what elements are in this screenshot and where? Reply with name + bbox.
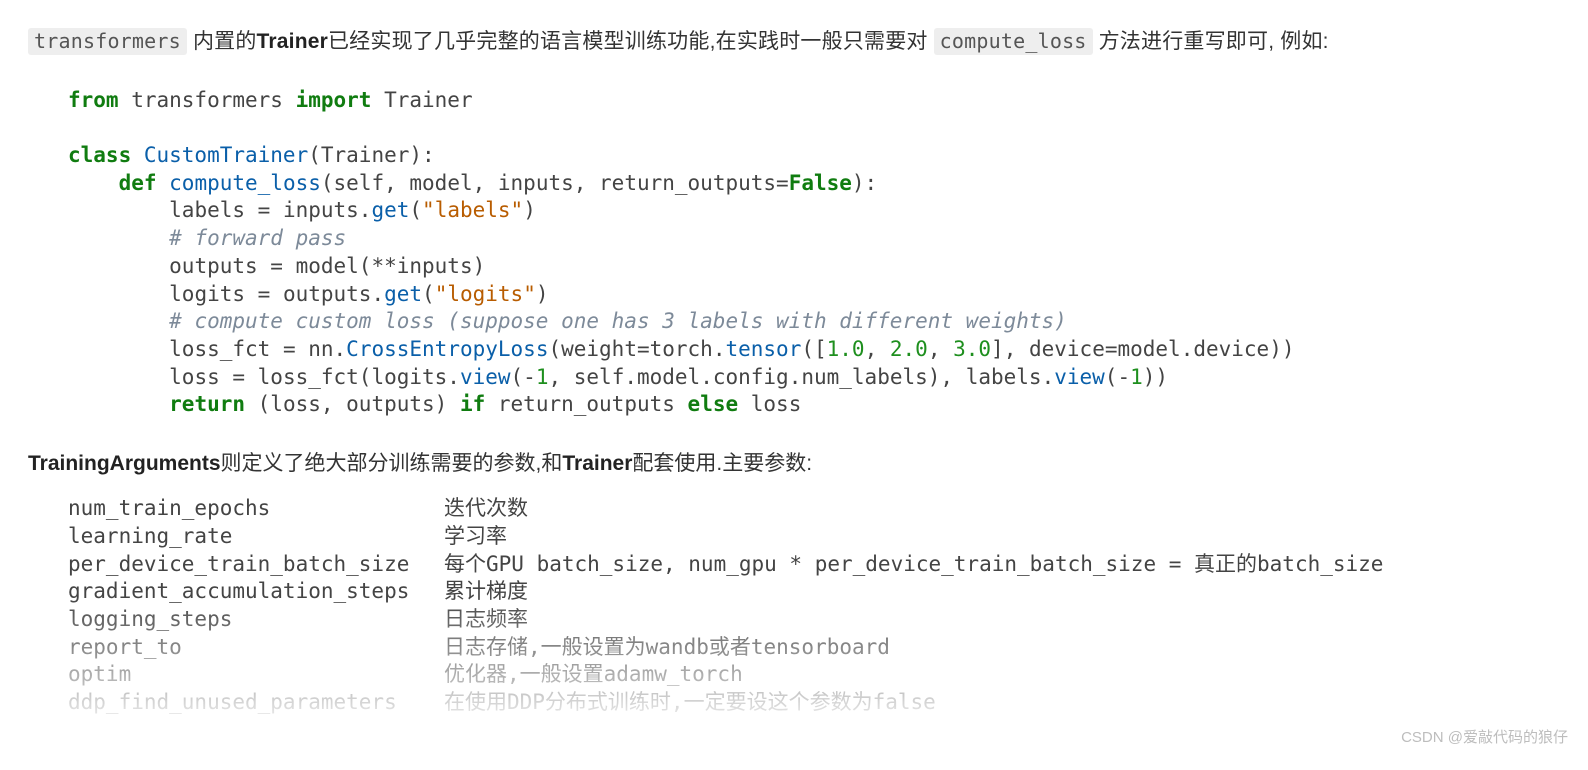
code-block: from transformers import Trainer class C… bbox=[68, 87, 1560, 420]
code-text: ( bbox=[422, 282, 435, 306]
method: view bbox=[1054, 365, 1105, 389]
code-text: ): bbox=[852, 171, 877, 195]
table-row: learning_rate学习率 bbox=[68, 523, 1409, 551]
table-row: num_train_epochs迭代次数 bbox=[68, 495, 1409, 523]
code-text: , bbox=[928, 337, 953, 361]
inline-code-compute-loss: compute_loss bbox=[934, 28, 1093, 55]
arg-name: report_to bbox=[68, 634, 444, 662]
fn-name: compute_loss bbox=[157, 171, 321, 195]
kw-class: class bbox=[68, 143, 131, 167]
inline-code-transformers: transformers bbox=[28, 28, 187, 55]
bold-training-arguments: TrainingArguments bbox=[28, 452, 221, 475]
comment: # forward pass bbox=[169, 226, 346, 250]
code-text: (- bbox=[511, 365, 536, 389]
number: 1 bbox=[536, 365, 549, 389]
string: "logits" bbox=[435, 282, 536, 306]
code-text: (loss, outputs) bbox=[245, 392, 460, 416]
table-row: report_to日志存储,一般设置为wandb或者tensorboard bbox=[68, 634, 1409, 662]
number: 2.0 bbox=[890, 337, 928, 361]
table-row: gradient_accumulation_steps累计梯度 bbox=[68, 578, 1409, 606]
method: get bbox=[371, 198, 409, 222]
arg-name: per_device_train_batch_size bbox=[68, 551, 444, 579]
code-text: ( bbox=[409, 198, 422, 222]
arguments-table: num_train_epochs迭代次数learning_rate学习率per_… bbox=[68, 495, 1409, 717]
intro-text-2: 已经实现了几乎完整的语言模型训练功能,在实践时一般只需要对 bbox=[328, 30, 934, 53]
code-text: Trainer bbox=[371, 88, 472, 112]
arg-name: num_train_epochs bbox=[68, 495, 444, 523]
para2-text-2: 配套使用.主要参数: bbox=[632, 452, 812, 475]
class-name: CustomTrainer bbox=[131, 143, 308, 167]
code-text: (self, model, inputs, return_outputs= bbox=[321, 171, 789, 195]
arg-name: learning_rate bbox=[68, 523, 444, 551]
method: CrossEntropyLoss bbox=[346, 337, 548, 361]
method: get bbox=[384, 282, 422, 306]
bool-false: False bbox=[789, 171, 852, 195]
number: 1 bbox=[1130, 365, 1143, 389]
code-text: outputs = model(**inputs) bbox=[169, 254, 485, 278]
string: "labels" bbox=[422, 198, 523, 222]
table-row: ddp_find_unused_parameters在使用DDP分布式训练时,一… bbox=[68, 689, 1409, 717]
code-text: (- bbox=[1105, 365, 1130, 389]
kw-from: from bbox=[68, 88, 119, 112]
code-text: loss_fct = nn. bbox=[169, 337, 346, 361]
table-row: per_device_train_batch_size每个GPU batch_s… bbox=[68, 551, 1409, 579]
code-text: loss = loss_fct(logits. bbox=[169, 365, 460, 389]
number: 1.0 bbox=[827, 337, 865, 361]
code-text: ) bbox=[523, 198, 536, 222]
arg-name: ddp_find_unused_parameters bbox=[68, 689, 444, 717]
code-text: ([ bbox=[801, 337, 826, 361]
bold-trainer: Trainer bbox=[562, 452, 632, 475]
intro-text-1: 内置的 bbox=[187, 30, 257, 53]
article-page: transformers 内置的Trainer已经实现了几乎完整的语言模型训练功… bbox=[0, 0, 1588, 757]
training-arguments-paragraph: TrainingArguments则定义了绝大部分训练需要的参数,和Traine… bbox=[28, 447, 1560, 477]
kw-import: import bbox=[296, 88, 372, 112]
comment: # compute custom loss (suppose one has 3… bbox=[169, 309, 1067, 333]
arg-desc: 迭代次数 bbox=[444, 495, 1409, 523]
arg-name: gradient_accumulation_steps bbox=[68, 578, 444, 606]
code-text: ], device=model.device)) bbox=[991, 337, 1294, 361]
code-text: logits = outputs. bbox=[169, 282, 384, 306]
table-row: optim优化器,一般设置adamw_torch bbox=[68, 661, 1409, 689]
arg-name: optim bbox=[68, 661, 444, 689]
arg-name: logging_steps bbox=[68, 606, 444, 634]
kw-def: def bbox=[119, 171, 157, 195]
intro-paragraph: transformers 内置的Trainer已经实现了几乎完整的语言模型训练功… bbox=[28, 26, 1560, 59]
intro-text-3: 方法进行重写即可, 例如: bbox=[1093, 30, 1329, 53]
kw-return: return bbox=[169, 392, 245, 416]
arg-desc: 学习率 bbox=[444, 523, 1409, 551]
code-text: labels = inputs. bbox=[169, 198, 371, 222]
method: tensor bbox=[725, 337, 801, 361]
code-text: , self.model.config.num_labels), labels. bbox=[548, 365, 1054, 389]
intro-bold-trainer: Trainer bbox=[257, 30, 328, 53]
credit-watermark: CSDN @爱敲代码的狼仔 bbox=[1401, 726, 1568, 747]
code-text: ) bbox=[536, 282, 549, 306]
code-text: (weight=torch. bbox=[548, 337, 725, 361]
code-text: return_outputs bbox=[485, 392, 687, 416]
number: 3.0 bbox=[953, 337, 991, 361]
arg-desc: 在使用DDP分布式训练时,一定要设这个参数为false bbox=[444, 689, 1409, 717]
code-text: (Trainer): bbox=[308, 143, 434, 167]
method: view bbox=[460, 365, 511, 389]
code-text: loss bbox=[738, 392, 801, 416]
code-text: , bbox=[865, 337, 890, 361]
arg-desc: 每个GPU batch_size, num_gpu * per_device_t… bbox=[444, 551, 1409, 579]
arg-desc: 日志存储,一般设置为wandb或者tensorboard bbox=[444, 634, 1409, 662]
code-text: transformers bbox=[119, 88, 296, 112]
arg-desc: 日志频率 bbox=[444, 606, 1409, 634]
para2-text-1: 则定义了绝大部分训练需要的参数,和 bbox=[221, 452, 563, 475]
arg-desc: 累计梯度 bbox=[444, 578, 1409, 606]
code-text: )) bbox=[1143, 365, 1168, 389]
arg-desc: 优化器,一般设置adamw_torch bbox=[444, 661, 1409, 689]
kw-else: else bbox=[688, 392, 739, 416]
kw-if: if bbox=[460, 392, 485, 416]
table-row: logging_steps日志频率 bbox=[68, 606, 1409, 634]
